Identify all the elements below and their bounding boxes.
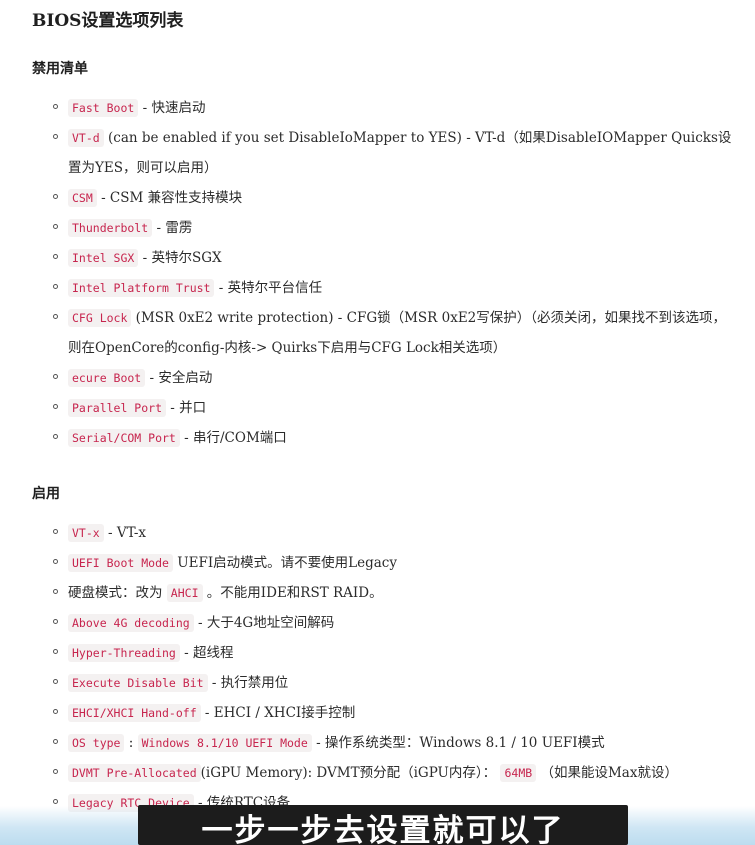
inline-code: Windows 8.1/10 UEFI Mode xyxy=(137,734,312,752)
list-item: Hyper-Threading - 超线程 xyxy=(48,638,738,668)
list-item: VT-x - VT-x xyxy=(48,518,738,548)
item-text: (can be enabled if you set DisableIoMapp… xyxy=(68,130,732,176)
item-text: - 英特尔平台信任 xyxy=(214,280,323,296)
list-item: OS type : Windows 8.1/10 UEFI Mode - 操作系… xyxy=(48,728,738,758)
bullet-icon xyxy=(53,314,58,319)
bullet-icon xyxy=(53,619,58,624)
item-text: - 执行禁用位 xyxy=(207,675,289,691)
bullet-icon xyxy=(53,799,58,804)
inline-code: Above 4G decoding xyxy=(68,614,194,632)
bullet-icon xyxy=(53,559,58,564)
list-item: ecure Boot - 安全启动 xyxy=(48,363,738,393)
bullet-icon xyxy=(53,769,58,774)
inline-code: VT-d xyxy=(68,129,104,147)
list-item: Thunderbolt - 雷雳 xyxy=(48,213,738,243)
item-text: - 并口 xyxy=(166,400,207,416)
list-item: VT-d (can be enabled if you set DisableI… xyxy=(48,123,738,183)
bullet-icon xyxy=(53,374,58,379)
inline-code: VT-x xyxy=(68,524,104,542)
list-item: Parallel Port - 并口 xyxy=(48,393,738,423)
list-item: Serial/COM Port - 串行/COM端口 xyxy=(48,423,738,453)
item-text: 。不能用IDE和RST RAID。 xyxy=(202,585,383,601)
inline-code: Hyper-Threading xyxy=(68,644,180,662)
bullet-icon xyxy=(53,134,58,139)
item-text: - 操作系统类型：Windows 8.1 / 10 UEFI模式 xyxy=(311,735,605,751)
inline-code: Serial/COM Port xyxy=(68,429,180,447)
list-item: UEFI Boot Mode UEFI启动模式。请不要使用Legacy xyxy=(48,548,738,578)
list-item: 硬盘模式：改为 AHCI 。不能用IDE和RST RAID。 xyxy=(48,578,738,608)
video-subtitle: 一步一步去设置就可以了 xyxy=(201,813,565,845)
list-item: Above 4G decoding - 大于4G地址空间解码 xyxy=(48,608,738,638)
inline-code: Parallel Port xyxy=(68,399,167,417)
item-text: (MSR 0xE2 write protection) - CFG锁（MSR 0… xyxy=(68,310,727,356)
item-text: - 大于4G地址空间解码 xyxy=(193,615,335,631)
inline-code: 64MB xyxy=(500,764,537,782)
list-item: Intel SGX - 英特尔SGX xyxy=(48,243,738,273)
inline-code: CSM xyxy=(68,189,97,207)
item-text: - VT-x xyxy=(103,525,147,541)
list-item: Fast Boot - 快速启动 xyxy=(48,93,738,123)
item-prefix: 硬盘模式：改为 xyxy=(68,585,167,601)
bullet-icon xyxy=(53,529,58,534)
bullet-icon xyxy=(53,739,58,744)
bullet-icon xyxy=(53,679,58,684)
inline-code: DVMT Pre-Allocated xyxy=(68,764,201,782)
bullet-icon xyxy=(53,649,58,654)
item-separator: : xyxy=(124,735,138,751)
bullet-icon xyxy=(53,104,58,109)
inline-code: OS type xyxy=(68,734,125,752)
inline-code: ecure Boot xyxy=(68,369,146,387)
inline-code: UEFI Boot Mode xyxy=(68,554,173,572)
inline-code: Thunderbolt xyxy=(68,219,153,237)
inline-code: Intel SGX xyxy=(68,249,139,267)
item-text: - 串行/COM端口 xyxy=(179,430,287,446)
bullet-icon xyxy=(53,709,58,714)
bullet-icon xyxy=(53,284,58,289)
item-text: - 安全启动 xyxy=(145,370,213,386)
list-item: Execute Disable Bit - 执行禁用位 xyxy=(48,668,738,698)
inline-code: Execute Disable Bit xyxy=(68,674,208,692)
item-text: - 快速启动 xyxy=(138,100,206,116)
inline-code: EHCI/XHCI Hand-off xyxy=(68,704,201,722)
enable-heading: 启用 xyxy=(32,486,60,502)
item-text: （如果能设Max就设） xyxy=(536,765,678,781)
item-text: - EHCI / XHCI接手控制 xyxy=(200,705,356,721)
inline-code: CFG Lock xyxy=(68,309,132,327)
bullet-icon xyxy=(53,434,58,439)
document-page: BIOS设置选项列表 禁用清单 Fast Boot - 快速启动 VT-d (c… xyxy=(0,0,755,845)
bullet-icon xyxy=(53,194,58,199)
list-item: CSM - CSM 兼容性支持模块 xyxy=(48,183,738,213)
bullet-icon xyxy=(53,589,58,594)
list-item: EHCI/XHCI Hand-off - EHCI / XHCI接手控制 xyxy=(48,698,738,728)
item-middle-text: (iGPU Memory): DVMT预分配（iGPU内存）： xyxy=(200,765,501,781)
list-item: Intel Platform Trust - 英特尔平台信任 xyxy=(48,273,738,303)
page-title: BIOS设置选项列表 xyxy=(32,11,184,31)
bullet-icon xyxy=(53,224,58,229)
disable-heading: 禁用清单 xyxy=(32,61,88,77)
list-item: DVMT Pre-Allocated (iGPU Memory): DVMT预分配… xyxy=(48,758,738,788)
item-text: - 雷雳 xyxy=(152,220,193,236)
list-item: CFG Lock (MSR 0xE2 write protection) - C… xyxy=(48,303,738,363)
item-text: - 英特尔SGX xyxy=(138,250,222,266)
item-text: - 超线程 xyxy=(179,645,234,661)
bullet-icon xyxy=(53,404,58,409)
item-text: UEFI启动模式。请不要使用Legacy xyxy=(172,555,397,571)
inline-code: AHCI xyxy=(166,584,203,602)
inline-code: Fast Boot xyxy=(68,99,139,117)
item-text: - CSM 兼容性支持模块 xyxy=(96,190,243,206)
bullet-icon xyxy=(53,254,58,259)
inline-code: Intel Platform Trust xyxy=(68,279,215,297)
